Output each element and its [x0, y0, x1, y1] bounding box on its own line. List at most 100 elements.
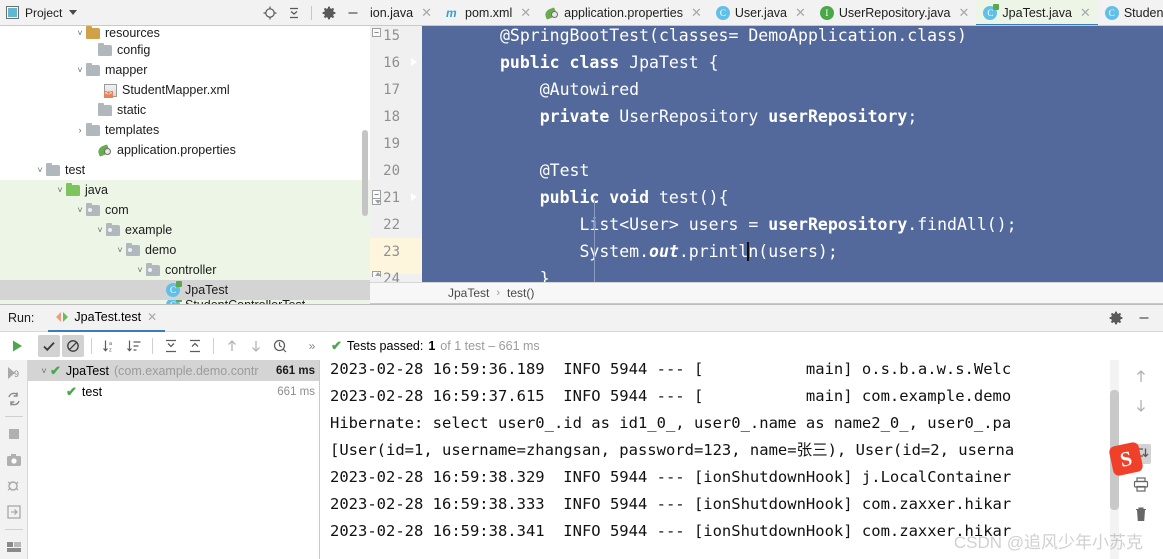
- editor-tab-pom-xml[interactable]: m pom.xml ✕: [439, 0, 538, 25]
- test-results-tree[interactable]: ˅ ✔ JpaTest (com.example.demo.contr 661 …: [28, 360, 320, 559]
- screenshot-icon[interactable]: [5, 451, 23, 469]
- settings-gear-icon[interactable]: [318, 3, 340, 23]
- close-icon[interactable]: ✕: [795, 5, 806, 21]
- rerun-failed-icon[interactable]: [5, 390, 23, 408]
- run-test-icon[interactable]: [406, 190, 422, 206]
- sort-alphabetically-button[interactable]: az: [99, 335, 121, 357]
- scroll-up-icon[interactable]: [1131, 366, 1151, 386]
- editor-tab-application-properties[interactable]: application.properties ✕: [538, 0, 709, 25]
- chevron-down-icon[interactable]: ˅: [74, 65, 86, 75]
- editor-tab-ion-java[interactable]: ion.java ✕: [370, 0, 439, 25]
- run-tab-jpatest-test[interactable]: JpaTest.test ✕: [48, 305, 166, 332]
- minimize-icon[interactable]: [1133, 308, 1155, 328]
- tree-item-label: example: [125, 223, 173, 237]
- breadcrumb-method[interactable]: test(): [507, 286, 534, 300]
- jump-to-source-icon[interactable]: 9: [5, 364, 23, 382]
- scroll-down-icon[interactable]: [1131, 396, 1151, 416]
- project-tree-scrollbar[interactable]: [362, 130, 368, 216]
- print-icon[interactable]: [1131, 474, 1151, 494]
- test-status-prefix: Tests passed:: [346, 339, 424, 353]
- chevron-down-icon[interactable]: ˅: [94, 225, 106, 235]
- fold-collapse-icon[interactable]: −: [372, 190, 381, 199]
- chevron-down-icon[interactable]: ˅: [38, 366, 50, 376]
- locate-icon[interactable]: [259, 3, 281, 23]
- show-ignored-toggle[interactable]: [62, 335, 84, 357]
- collapse-all-button[interactable]: [184, 335, 206, 357]
- more-options-button[interactable]: »: [301, 335, 323, 357]
- rerun-button[interactable]: [6, 335, 28, 357]
- settings-gear-icon[interactable]: [1105, 308, 1127, 328]
- collapse-all-icon[interactable]: [283, 3, 305, 23]
- editor-tab-jpatest-java[interactable]: C JpaTest.java ✕: [976, 0, 1099, 25]
- code-line-18: private UserRepository userRepository;: [539, 107, 918, 126]
- clear-all-icon[interactable]: [1131, 504, 1151, 524]
- editor-tab-user-java[interactable]: C User.java ✕: [709, 0, 813, 25]
- close-icon[interactable]: ✕: [691, 5, 702, 21]
- tree-item-mapper[interactable]: ˅ mapper: [0, 60, 370, 80]
- close-icon[interactable]: ✕: [520, 5, 531, 21]
- show-passed-toggle[interactable]: [38, 335, 60, 357]
- tree-item-jpatest[interactable]: C JpaTest: [0, 280, 370, 300]
- tree-item-test[interactable]: ˅ test: [0, 160, 370, 180]
- run-toolbar: az » ✔ Tests passed: 1 of 1 test – 661 m…: [0, 332, 1163, 360]
- tree-item-label: templates: [105, 123, 160, 137]
- sort-by-duration-button[interactable]: [123, 335, 145, 357]
- seal-icon[interactable]: [406, 28, 422, 44]
- code-line-20: @Test: [500, 161, 590, 180]
- spring-bean-icon[interactable]: [406, 109, 422, 125]
- debug-icon[interactable]: [5, 477, 23, 495]
- console-output[interactable]: 2023-02-28 16:59:36.189 INFO 5944 --- [ …: [320, 360, 1163, 559]
- minimize-icon[interactable]: [342, 3, 364, 23]
- layout-icon[interactable]: [5, 538, 23, 556]
- package-icon: [126, 242, 140, 256]
- chevron-down-icon[interactable]: ˅: [74, 205, 86, 215]
- editor-tab-label: Student: [1123, 5, 1163, 20]
- close-icon[interactable]: ✕: [421, 5, 432, 21]
- previous-failed-button[interactable]: [221, 335, 243, 357]
- export-icon[interactable]: [5, 503, 23, 521]
- tree-item-demo[interactable]: ˅ demo: [0, 240, 370, 260]
- editor-code-area[interactable]: @SpringBootTest(classes= DemoApplication…: [448, 26, 1163, 282]
- chevron-right-icon[interactable]: ›: [74, 125, 86, 135]
- chevron-down-icon[interactable]: ˅: [114, 245, 126, 255]
- package-icon: [146, 262, 160, 276]
- breadcrumb[interactable]: JpaTest › test(): [370, 282, 1163, 304]
- tree-item-resources[interactable]: ˅ resources: [0, 26, 370, 40]
- project-tree[interactable]: ˅ resources config ˅ mapper StudentMappe…: [0, 26, 370, 304]
- tree-item-controller[interactable]: ˅ controller: [0, 260, 370, 280]
- stop-icon[interactable]: [5, 425, 23, 443]
- test-tree-row-jpatest[interactable]: ˅ ✔ JpaTest (com.example.demo.contr 661 …: [28, 360, 319, 381]
- svg-text:9: 9: [14, 369, 19, 379]
- test-tree-row-test[interactable]: ✔ test 661 ms: [28, 381, 319, 402]
- tree-item-application-properties[interactable]: application.properties: [0, 140, 370, 160]
- tree-item-config[interactable]: config: [0, 40, 370, 60]
- close-icon[interactable]: ✕: [959, 5, 970, 21]
- next-failed-button[interactable]: [245, 335, 267, 357]
- editor-tab-userrepository-java[interactable]: I UserRepository.java ✕: [813, 0, 977, 25]
- breadcrumb-class[interactable]: JpaTest: [448, 286, 489, 300]
- tree-item-label: java: [85, 183, 108, 197]
- test-history-button[interactable]: [269, 335, 291, 357]
- editor-tab-student[interactable]: C Student: [1098, 0, 1163, 25]
- line-number: 22: [383, 216, 400, 233]
- test-status: ✔ Tests passed: 1 of 1 test – 661 ms: [331, 338, 540, 354]
- chevron-down-icon[interactable]: [69, 10, 78, 15]
- chevron-down-icon[interactable]: ˅: [74, 28, 86, 38]
- close-icon[interactable]: ✕: [147, 310, 157, 324]
- expand-all-button[interactable]: [160, 335, 182, 357]
- run-test-icon[interactable]: [406, 55, 422, 71]
- tree-item-templates[interactable]: › templates: [0, 120, 370, 140]
- tree-item-studentmapper-xml[interactable]: StudentMapper.xml: [0, 80, 370, 100]
- tree-item-java[interactable]: ˅ java: [0, 180, 370, 200]
- chevron-down-icon[interactable]: ˅: [34, 165, 46, 175]
- tree-item-com[interactable]: ˅ com: [0, 200, 370, 220]
- code-editor[interactable]: 15 16 17 18 19 20 21 22 23 24 − − @Sprin…: [370, 26, 1163, 282]
- chevron-down-icon[interactable]: ˅: [134, 265, 146, 275]
- tree-item-example[interactable]: ˅ example: [0, 220, 370, 240]
- tree-item-label: mapper: [105, 63, 148, 77]
- fold-collapse-icon[interactable]: −: [372, 28, 381, 37]
- close-icon[interactable]: ✕: [1080, 5, 1091, 21]
- chevron-down-icon[interactable]: ˅: [54, 185, 66, 195]
- code-line-22: List<User> users = userRepository.findAl…: [500, 215, 1017, 234]
- tree-item-static[interactable]: static: [0, 100, 370, 120]
